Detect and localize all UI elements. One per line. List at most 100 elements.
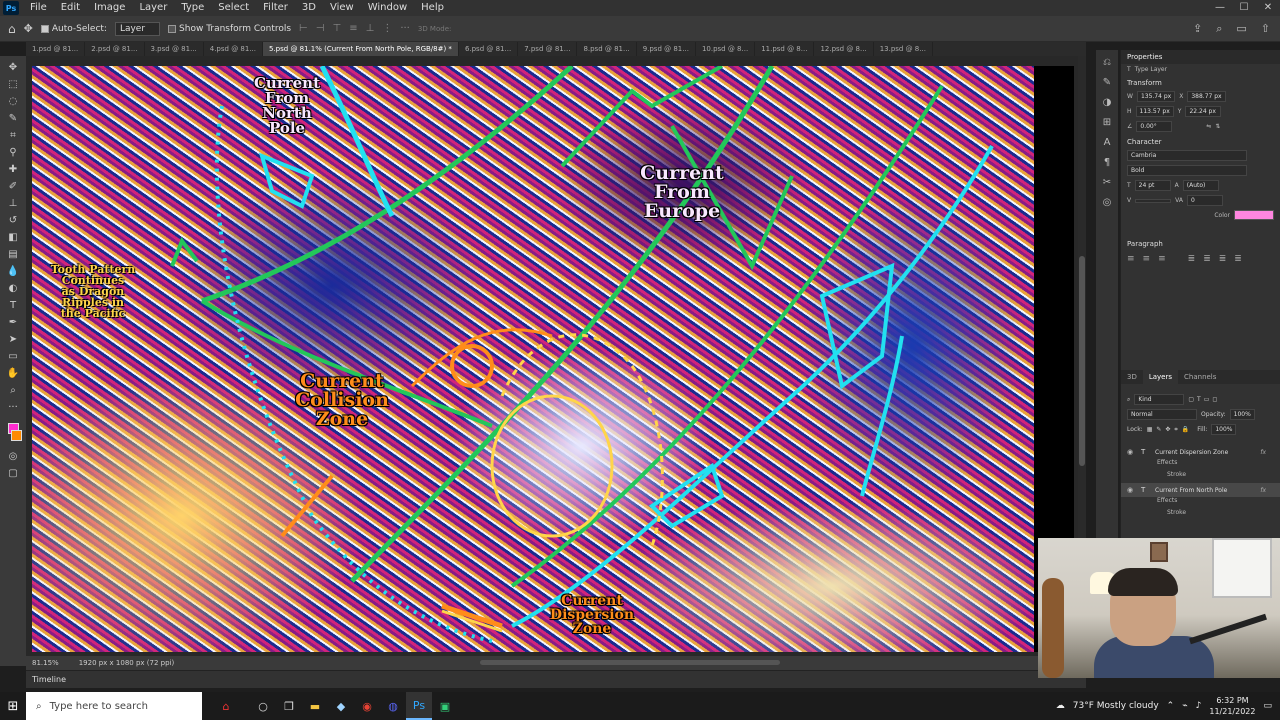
volume-icon[interactable]: ♪ <box>1196 701 1202 711</box>
share-arrow-icon[interactable]: ⇧ <box>1261 22 1270 36</box>
align-center-icon[interactable]: ⊣ <box>316 23 325 34</box>
taskbar-search-box[interactable]: ⌕ Type here to search <box>26 692 202 720</box>
paragraph-icon[interactable]: ¶ <box>1100 156 1114 170</box>
justify-left-icon[interactable]: ≣ <box>1188 254 1196 264</box>
navigator-icon[interactable]: ◎ <box>1100 196 1114 210</box>
screen-mode-icon[interactable]: ▢ <box>5 466 21 481</box>
layer-name[interactable]: Current From North Pole <box>1155 487 1227 494</box>
more-options-icon[interactable]: ··· <box>400 23 410 34</box>
menu-file[interactable]: File <box>23 0 54 16</box>
flip-vertical-icon[interactable]: ⇅ <box>1215 123 1220 130</box>
notifications-icon[interactable]: ▭ <box>1263 701 1272 711</box>
paragraph-section-title[interactable]: Paragraph <box>1121 236 1280 250</box>
shape-tool-icon[interactable]: ▭ <box>5 349 21 364</box>
tab-document[interactable]: 12.psd @ 8... <box>814 42 874 56</box>
hand-tool-icon[interactable]: ✋ <box>5 366 21 381</box>
menu-view[interactable]: View <box>323 0 361 16</box>
dodge-tool-icon[interactable]: ◐ <box>5 281 21 296</box>
x-field[interactable]: 388.77 px <box>1187 91 1226 102</box>
move-tool-icon[interactable]: ✥ <box>24 22 33 35</box>
font-family-select[interactable]: Cambria <box>1127 150 1247 161</box>
menu-window[interactable]: Window <box>361 0 414 16</box>
justify-right-icon[interactable]: ≣ <box>1219 254 1227 264</box>
history-icon[interactable]: ⎌ <box>1100 56 1114 70</box>
layer-effects-row[interactable]: Effects <box>1121 459 1280 471</box>
timeline-tab[interactable]: Timeline <box>32 675 66 684</box>
character-section-title[interactable]: Character <box>1121 134 1280 148</box>
flip-horizontal-icon[interactable]: ⇋ <box>1206 123 1211 130</box>
vertical-scroll-thumb[interactable] <box>1079 256 1085 466</box>
weather-icon[interactable]: ☁ <box>1056 701 1065 711</box>
menu-select[interactable]: Select <box>211 0 256 16</box>
transform-section-title[interactable]: Transform <box>1121 75 1280 89</box>
align-middle-icon[interactable]: ⋮ <box>382 23 392 34</box>
layer-row-selected[interactable]: ◉ T Current From North Pole fx <box>1121 483 1280 497</box>
font-size-field[interactable]: 24 pt <box>1134 180 1171 191</box>
layer-effects-row[interactable]: Effects <box>1121 497 1280 509</box>
crop-tool-icon[interactable]: ⌗ <box>5 128 21 143</box>
workspace-icon[interactable]: ▭ <box>1236 22 1246 36</box>
align-text-right-icon[interactable]: ≡ <box>1158 254 1166 264</box>
menu-filter[interactable]: Filter <box>256 0 295 16</box>
app-icon[interactable]: ◆ <box>328 692 354 720</box>
network-icon[interactable]: ⌁ <box>1182 701 1187 711</box>
green-app-icon[interactable]: ▣ <box>432 692 458 720</box>
horizontal-scroll-thumb[interactable] <box>480 660 780 665</box>
clock[interactable]: 6:32 PM 11/21/2022 <box>1209 695 1255 717</box>
share-icon[interactable]: ⇪ <box>1193 22 1202 36</box>
show-transform-controls-checkbox[interactable]: Show Transform Controls <box>168 24 291 34</box>
quick-mask-icon[interactable]: ◎ <box>5 449 21 464</box>
angle-field[interactable]: 0.00° <box>1136 121 1173 132</box>
visibility-eye-icon[interactable]: ◉ <box>1127 448 1137 456</box>
home-icon[interactable]: ⌂ <box>8 22 16 36</box>
brush-settings-icon[interactable]: ✎ <box>1100 76 1114 90</box>
width-field[interactable]: 135.74 px <box>1136 91 1176 102</box>
gradient-tool-icon[interactable]: ▤ <box>5 247 21 262</box>
fx-icon[interactable]: fx <box>1260 487 1266 494</box>
filter-icons[interactable]: ▢T▭◻ <box>1188 396 1220 403</box>
leading-field[interactable]: (Auto) <box>1182 180 1219 191</box>
font-style-select[interactable]: Bold <box>1127 165 1247 176</box>
pen-tool-icon[interactable]: ✒ <box>5 315 21 330</box>
height-field[interactable]: 113.57 px <box>1135 106 1174 117</box>
justify-center-icon[interactable]: ≣ <box>1203 254 1211 264</box>
align-left-icon[interactable]: ⊢ <box>299 23 308 34</box>
timeline-panel[interactable]: Timeline <box>26 670 1086 688</box>
minimize-button[interactable]: — <box>1208 0 1232 16</box>
layer-row[interactable]: ◉ T Current Dispersion Zone fx <box>1121 445 1280 459</box>
tab-document[interactable]: 10.psd @ 8... <box>696 42 756 56</box>
align-icons-group[interactable]: ⊢ ⊣ ⊤ ≡ ⊥ ⋮ ··· <box>299 23 410 34</box>
chrome-icon[interactable]: ◉ <box>354 692 380 720</box>
align-top-icon[interactable]: ⊥ <box>366 23 375 34</box>
layer-kind-select[interactable]: Kind <box>1134 394 1185 405</box>
auto-select-checkbox[interactable]: Auto-Select: <box>40 24 107 34</box>
adjustments-icon[interactable]: ◑ <box>1100 96 1114 110</box>
character-icon[interactable]: A <box>1100 136 1114 150</box>
tab-document[interactable]: 8.psd @ 81... <box>577 42 637 56</box>
document-canvas[interactable]: Current From North Pole Current From Eur… <box>32 66 1074 652</box>
more-tools-icon[interactable]: ··· <box>5 400 21 415</box>
windows-start-icon[interactable]: ⊞ <box>0 699 26 714</box>
properties-title[interactable]: Properties <box>1121 50 1280 64</box>
canvas-area[interactable]: Current From North Pole Current From Eur… <box>26 56 1086 656</box>
y-field[interactable]: 22.24 px <box>1185 106 1222 117</box>
maximize-button[interactable]: ☐ <box>1232 0 1256 16</box>
brush-tool-icon[interactable]: ✐ <box>5 179 21 194</box>
lock-icons[interactable]: ▦✎✥⌗🔒 <box>1147 426 1194 434</box>
tab-document[interactable]: 7.psd @ 81... <box>518 42 578 56</box>
tab-layers[interactable]: Layers <box>1142 370 1179 384</box>
menu-help[interactable]: Help <box>414 0 451 16</box>
fill-field[interactable]: 100% <box>1211 424 1237 435</box>
opacity-field[interactable]: 100% <box>1229 409 1255 420</box>
file-explorer-icon[interactable]: ▬ <box>302 692 328 720</box>
tab-active-document[interactable]: 5.psd @ 81.1% (Current From North Pole, … <box>263 42 459 56</box>
close-button[interactable]: ✕ <box>1256 0 1280 16</box>
layer-stroke-row[interactable]: Stroke <box>1121 509 1280 521</box>
menu-image[interactable]: Image <box>87 0 132 16</box>
tray-chevron-icon[interactable]: ⌃ <box>1167 701 1175 711</box>
tracking-field[interactable]: 0 <box>1186 195 1223 206</box>
fx-icon[interactable]: fx <box>1260 449 1266 456</box>
tab-document[interactable]: 6.psd @ 81... <box>459 42 519 56</box>
tab-document[interactable]: 9.psd @ 81... <box>637 42 696 56</box>
menu-layer[interactable]: Layer <box>132 0 174 16</box>
